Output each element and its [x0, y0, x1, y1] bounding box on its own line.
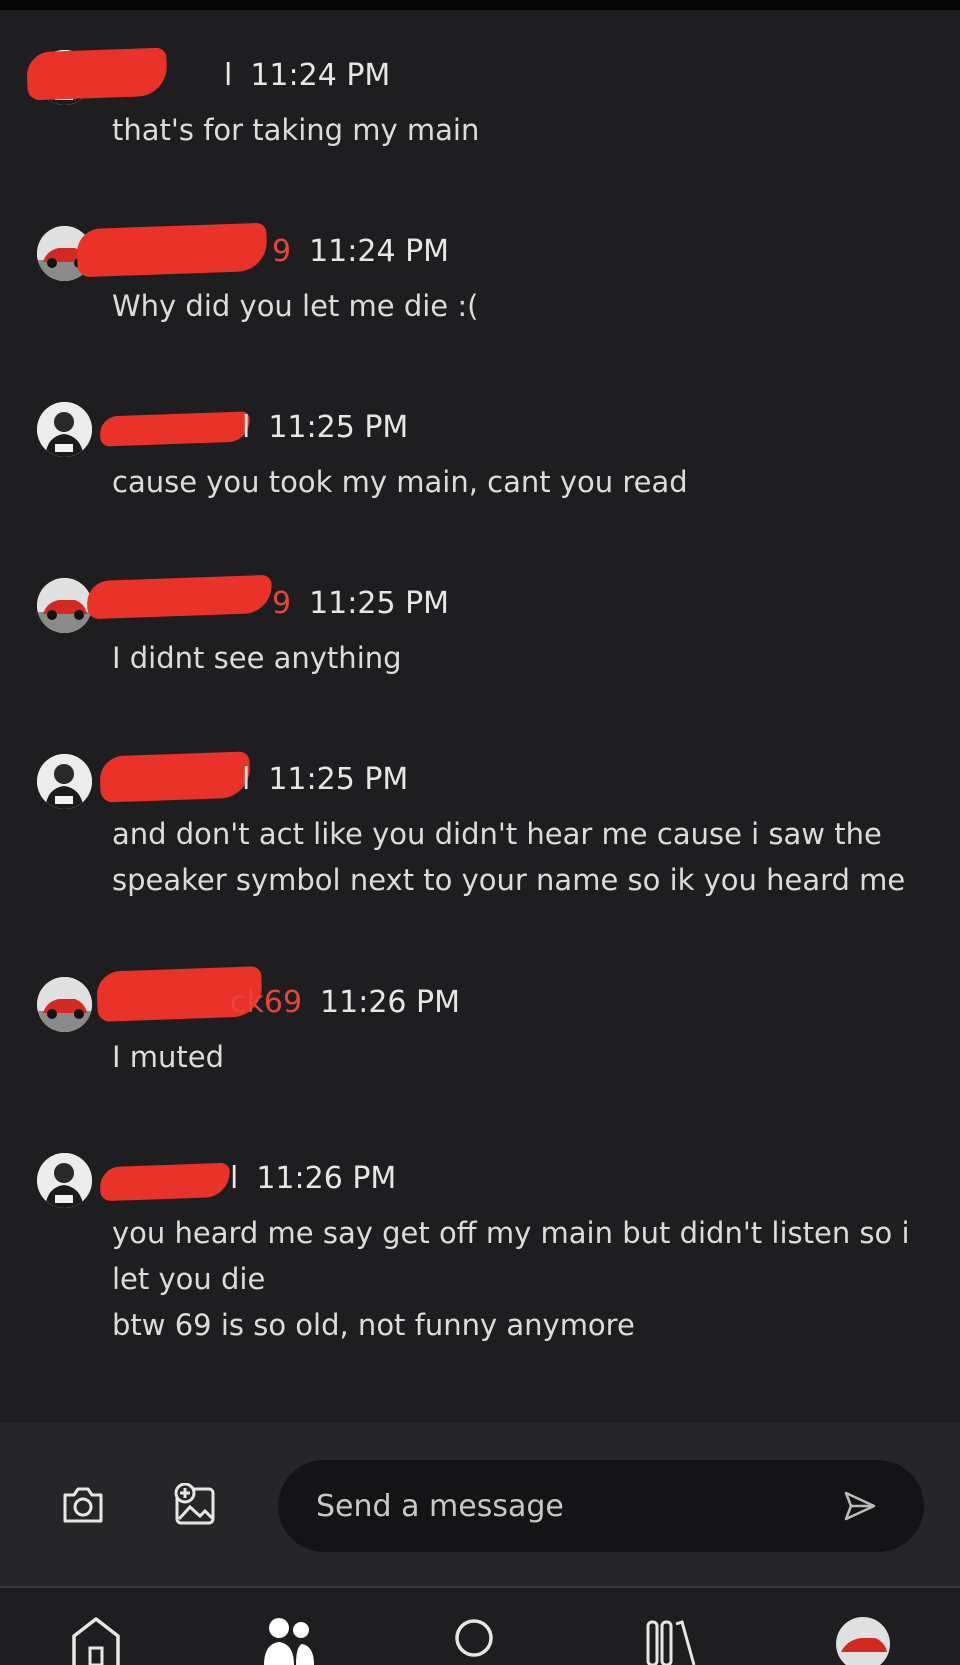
timestamp: 11:25 PM: [309, 585, 450, 621]
message-input[interactable]: Send a message: [278, 1460, 924, 1552]
message-text: I didnt see anything: [112, 641, 402, 675]
redaction-mark: [26, 47, 168, 100]
redaction-mark: [76, 222, 268, 277]
username[interactable]: l: [99, 410, 251, 447]
timestamp: 11:24 PM: [250, 57, 391, 93]
timestamp: 11:26 PM: [256, 1160, 397, 1196]
username[interactable]: 9: [76, 222, 291, 277]
camera-icon[interactable]: [55, 1477, 111, 1533]
person-avatar[interactable]: [37, 754, 92, 809]
library-icon[interactable]: [641, 1616, 701, 1665]
status-bar: [0, 0, 960, 10]
timestamp: 11:26 PM: [320, 984, 461, 1020]
message-text: I muted: [112, 1040, 225, 1074]
redaction-mark: [86, 574, 273, 619]
message-text: you heard me say get off my main but did…: [112, 1216, 910, 1342]
profile-avatar[interactable]: [833, 1616, 893, 1665]
username[interactable]: l: [99, 1161, 238, 1201]
username[interactable]: 9: [86, 574, 291, 621]
message-text: cause you took my main, cant you read: [112, 465, 688, 499]
search-icon[interactable]: [444, 1616, 504, 1665]
username[interactable]: l: [26, 47, 232, 100]
person-avatar[interactable]: [37, 1153, 92, 1208]
timestamp: 11:25 PM: [268, 409, 409, 445]
redaction-mark: [99, 410, 251, 447]
message-text: that's for taking my main: [112, 113, 480, 147]
send-icon[interactable]: [830, 1476, 890, 1536]
home-icon[interactable]: [66, 1616, 126, 1665]
message-input-placeholder: Send a message: [316, 1488, 564, 1524]
timestamp: 11:24 PM: [309, 233, 450, 269]
message-text: Why did you let me die :(: [112, 289, 479, 323]
message-text: and don't act like you didn't hear me ca…: [112, 817, 906, 897]
red-car-avatar[interactable]: [37, 977, 92, 1032]
redaction-mark: [99, 750, 251, 803]
username[interactable]: ck69: [96, 965, 302, 1022]
add-image-icon[interactable]: [167, 1477, 223, 1533]
timestamp: 11:25 PM: [268, 761, 409, 797]
friends-icon[interactable]: [259, 1616, 319, 1665]
message-composer: Send a message: [0, 1422, 960, 1587]
person-avatar[interactable]: [37, 402, 92, 457]
redaction-mark: [99, 1162, 231, 1201]
username[interactable]: l: [99, 750, 251, 803]
bottom-navigation: [0, 1588, 960, 1665]
red-car-avatar[interactable]: [37, 578, 92, 633]
